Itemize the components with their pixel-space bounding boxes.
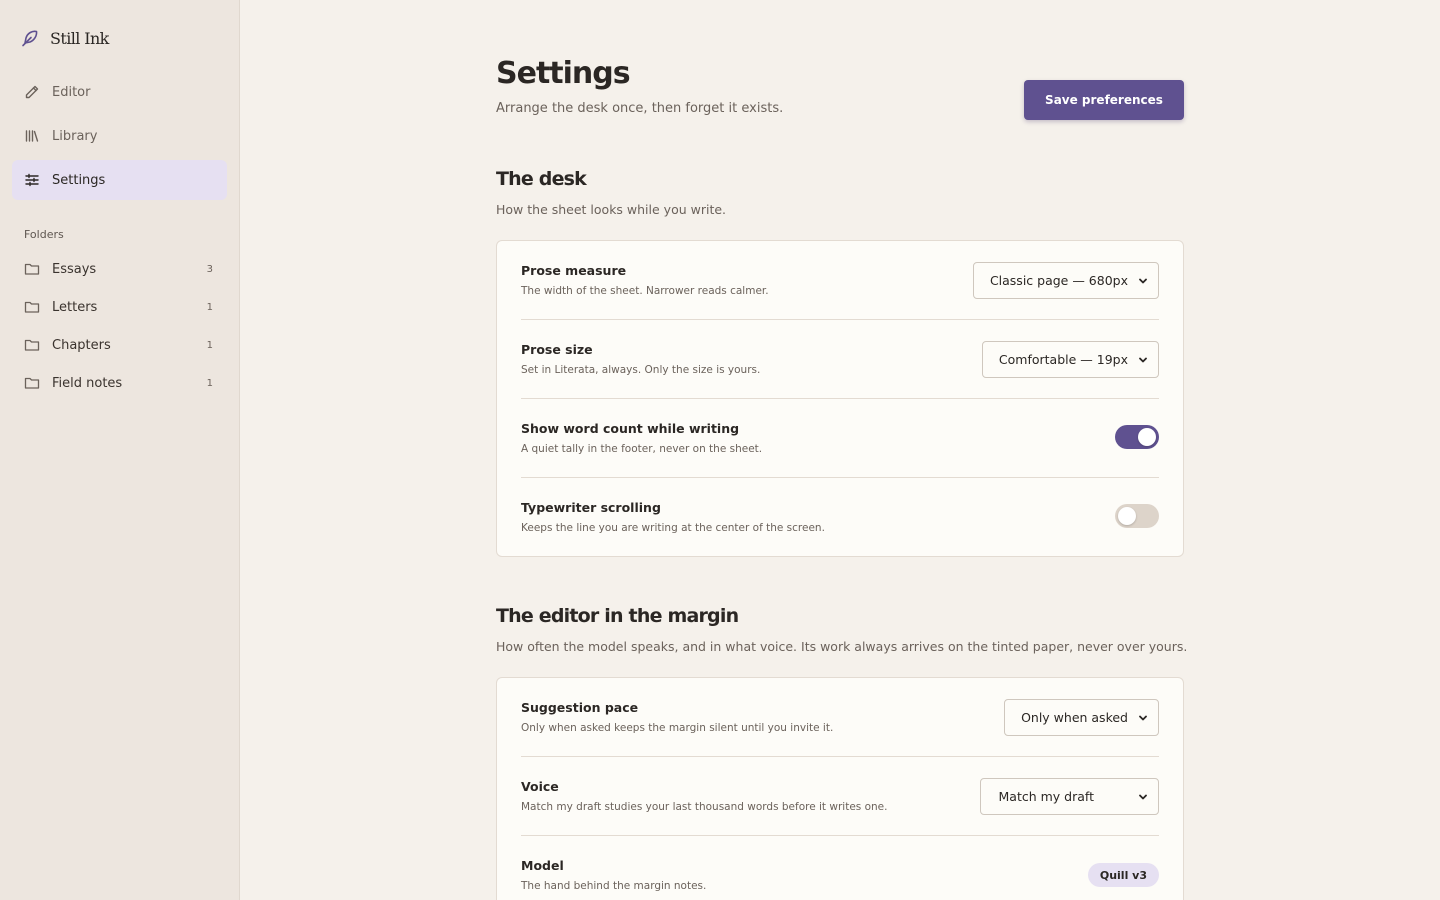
folder-icon <box>24 299 40 315</box>
folder-icon <box>24 375 40 391</box>
main-nav: Editor Library Settings <box>12 72 227 204</box>
folder-name: Letters <box>52 299 98 315</box>
setting-description: Keeps the line you are writing at the ce… <box>521 522 825 534</box>
section-title-margin: The editor in the margin <box>496 605 739 627</box>
folder-name: Field notes <box>52 375 123 391</box>
setting-label: Suggestion pace <box>521 700 639 715</box>
sidebar: Still Ink Editor Library Settings Folder… <box>0 0 240 900</box>
nav-label: Settings <box>52 172 106 188</box>
folder-item-essays[interactable]: Essays 3 <box>12 250 227 288</box>
sliders-icon <box>24 172 40 188</box>
folder-count: 3 <box>206 263 213 275</box>
select-value: Match my draft <box>998 789 1094 804</box>
setting-label: Prose size <box>521 342 593 357</box>
word-count-toggle[interactable] <box>1115 425 1159 449</box>
prose-measure-select[interactable]: Classic page — 680px <box>972 262 1159 299</box>
chevron-down-icon <box>1138 713 1148 723</box>
folder-count: 1 <box>206 301 213 313</box>
setting-label: Model <box>521 858 564 873</box>
nav-item-settings[interactable]: Settings <box>12 160 227 200</box>
pencil-icon <box>24 84 40 100</box>
setting-description: Set in Literata, always. Only the size i… <box>521 364 761 376</box>
books-icon <box>24 128 40 144</box>
save-preferences-button[interactable]: Save preferences <box>1024 80 1184 120</box>
suggestion-pace-select[interactable]: Only when asked <box>1004 699 1159 736</box>
setting-description: Only when asked keeps the margin silent … <box>521 722 834 734</box>
setting-label: Prose measure <box>521 263 627 278</box>
select-value: Only when asked <box>1021 710 1128 725</box>
folder-item-field-notes[interactable]: Field notes 1 <box>12 364 227 402</box>
app-name: Still Ink <box>50 28 109 48</box>
setting-label: Voice <box>521 779 559 794</box>
desk-settings-card: Prose measure The width of the sheet. Na… <box>496 240 1184 557</box>
nav-item-editor[interactable]: Editor <box>12 72 227 112</box>
section-title-desk: The desk <box>496 168 587 190</box>
toggle-knob <box>1118 507 1136 525</box>
section-subtitle-desk: How the sheet looks while you write. <box>496 202 727 217</box>
folder-icon <box>24 261 40 277</box>
setting-description: The hand behind the margin notes. <box>521 880 707 892</box>
setting-row-model: Model The hand behind the margin notes. … <box>521 836 1159 900</box>
folder-name: Essays <box>52 261 97 277</box>
setting-row-voice: Voice Match my draft studies your last t… <box>521 757 1159 836</box>
folder-item-chapters[interactable]: Chapters 1 <box>12 326 227 364</box>
nav-item-library[interactable]: Library <box>12 116 227 156</box>
feather-icon <box>20 28 40 48</box>
setting-row-suggestion-pace: Suggestion pace Only when asked keeps th… <box>521 678 1159 757</box>
select-value: Classic page — 680px <box>989 273 1128 288</box>
select-value: Comfortable — 19px <box>998 352 1128 367</box>
brand[interactable]: Still Ink <box>20 26 109 50</box>
setting-label: Show word count while writing <box>521 421 740 436</box>
setting-row-word-count: Show word count while writing A quiet ta… <box>521 399 1159 478</box>
model-badge: Quill v3 <box>1087 863 1159 887</box>
folder-icon <box>24 337 40 353</box>
folder-count: 1 <box>206 377 213 389</box>
chevron-down-icon <box>1138 355 1148 365</box>
voice-select[interactable]: Match my draft <box>979 778 1159 815</box>
setting-row-prose-measure: Prose measure The width of the sheet. Na… <box>521 241 1159 320</box>
section-subtitle-margin: How often the model speaks, and in what … <box>496 639 1188 654</box>
setting-row-typewriter-scrolling: Typewriter scrolling Keeps the line you … <box>521 478 1159 557</box>
folder-count: 1 <box>206 339 213 351</box>
prose-size-select[interactable]: Comfortable — 19px <box>981 341 1159 378</box>
folder-list: Essays 3 Letters 1 Chapters 1 Field note… <box>12 250 227 402</box>
folders-heading: Folders <box>24 228 64 241</box>
margin-settings-card: Suggestion pace Only when asked keeps th… <box>496 677 1184 900</box>
setting-label: Typewriter scrolling <box>521 500 661 515</box>
chevron-down-icon <box>1138 792 1148 802</box>
page-subtitle: Arrange the desk once, then forget it ex… <box>496 101 784 116</box>
setting-description: The width of the sheet. Narrower reads c… <box>521 285 769 297</box>
toggle-knob <box>1138 428 1156 446</box>
chevron-down-icon <box>1138 276 1148 286</box>
setting-row-prose-size: Prose size Set in Literata, always. Only… <box>521 320 1159 399</box>
typewriter-scrolling-toggle[interactable] <box>1115 504 1159 528</box>
nav-label: Editor <box>52 84 91 100</box>
folder-name: Chapters <box>52 337 111 353</box>
page-title: Settings <box>496 56 631 91</box>
nav-label: Library <box>52 128 98 144</box>
folder-item-letters[interactable]: Letters 1 <box>12 288 227 326</box>
setting-description: Match my draft studies your last thousan… <box>521 801 888 813</box>
setting-description: A quiet tally in the footer, never on th… <box>521 443 763 455</box>
